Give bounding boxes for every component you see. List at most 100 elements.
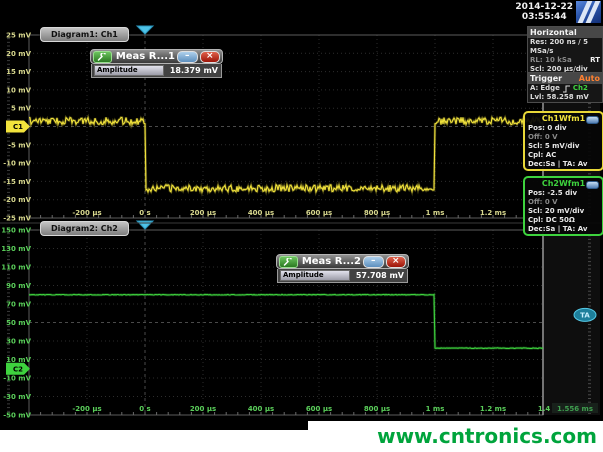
right-ruler-strip bbox=[544, 230, 600, 415]
y-axis-tick-label: 50 mV bbox=[6, 319, 31, 327]
y-axis-tick-label: -25 mV bbox=[3, 215, 31, 223]
resolution-row: Res: 200 ns / 5 MSa/s bbox=[528, 38, 602, 56]
ch2-scale-row: Scl: 20 mV/div bbox=[525, 207, 602, 216]
trigger-position-marker[interactable] bbox=[137, 221, 153, 229]
y-axis-tick-label: -15 mV bbox=[3, 178, 31, 186]
horizontal-panel-header: Horizontal bbox=[528, 27, 602, 38]
dialog-title: Meas R...1 bbox=[114, 51, 175, 62]
y-axis-tick-label: -10 mV bbox=[3, 375, 31, 383]
x-axis-tick-label: 600 µs bbox=[306, 209, 332, 217]
minimize-pill-icon[interactable] bbox=[586, 116, 599, 124]
y-axis-tick-label: -10 mV bbox=[3, 160, 31, 168]
measurement-dialog-2-titlebar[interactable]: Meas R...2 – × bbox=[276, 254, 409, 269]
ch1-decimation-row: Dec:Sa | TA: Av bbox=[525, 160, 602, 169]
record-length-value: RL: 10 kSa bbox=[530, 56, 572, 65]
wrench-settings-icon[interactable] bbox=[93, 51, 112, 63]
tab-diagram1-ch1[interactable]: Diagram1: Ch1 bbox=[40, 27, 129, 42]
x-axis-tick-label: 1 ms bbox=[426, 209, 445, 217]
close-button[interactable]: × bbox=[200, 51, 221, 63]
ch1-box-title: Ch1Wfm1 bbox=[525, 113, 602, 124]
top-status-bar: 2014-12-22 03:55:44 bbox=[0, 0, 603, 24]
y-axis-tick-label: 5 mV bbox=[11, 105, 32, 113]
x-axis-tick-label: 1.2 ms bbox=[480, 405, 506, 413]
x-axis-tick-label: 1.2 ms bbox=[480, 209, 506, 217]
ch1-offset-row: Off: 0 V bbox=[525, 133, 602, 142]
y-axis-tick-label: 25 mV bbox=[6, 32, 31, 40]
oscilloscope-screen: 25 mV 20 mV 15 mV 10 mV 5 mV -5 mV -10 mV -15 m… bbox=[0, 0, 603, 452]
ch2-pos-row: Pos: -2.5 div bbox=[525, 189, 602, 198]
y-axis-tick-label: -5 mV bbox=[8, 141, 32, 149]
minimize-button[interactable]: – bbox=[177, 51, 198, 63]
close-button[interactable]: × bbox=[386, 256, 407, 268]
minimize-button[interactable]: – bbox=[363, 256, 384, 268]
x-axis-tick-label: 1 ms bbox=[426, 405, 445, 413]
time-label: 03:55:44 bbox=[515, 12, 573, 22]
ch2-offset-row: Off: 0 V bbox=[525, 198, 602, 207]
ch1-waveform bbox=[29, 117, 543, 191]
measurement-dialog-1-titlebar[interactable]: Meas R...1 – × bbox=[90, 49, 223, 64]
tab-diagram2-ch2[interactable]: Diagram2: Ch2 bbox=[40, 221, 129, 236]
x-axis-tick-label: 600 µs bbox=[306, 405, 332, 413]
y-axis-tick-label: 90 mV bbox=[6, 282, 31, 290]
dialog-title: Meas R...2 bbox=[300, 256, 361, 267]
y-axis-tick-label: -20 mV bbox=[3, 196, 31, 204]
measurement-value: 57.708 mV bbox=[350, 271, 405, 280]
ch1-scale-row: Scl: 5 mV/div bbox=[525, 142, 602, 151]
trigger-panel-header: Trigger Auto bbox=[528, 73, 602, 84]
date-time-display: 2014-12-22 03:55:44 bbox=[515, 2, 573, 22]
trigger-mode-badge: Auto bbox=[579, 74, 600, 83]
trigger-source-row: A: Edge Ch2 bbox=[528, 84, 602, 93]
ch2-box-title: Ch2Wfm1 bbox=[525, 178, 602, 189]
channel-marker-label: C1 bbox=[13, 123, 23, 131]
x-axis-tick-label: -200 µs bbox=[72, 209, 101, 217]
measurement-dialog-1: Meas R...1 – × Amplitude 18.379 mV bbox=[90, 49, 223, 78]
y-axis-tick-label: 15 mV bbox=[6, 68, 31, 76]
x-axis-tick-label: 200 µs bbox=[190, 209, 216, 217]
y-axis-tick-label: 70 mV bbox=[6, 301, 31, 309]
acquisition-end-time-label: 1.556 ms bbox=[557, 405, 593, 413]
measurement-dialog-2-body: Amplitude 57.708 mV bbox=[277, 269, 408, 283]
realtime-badge: RT bbox=[590, 56, 600, 65]
y-axis-tick-label: 20 mV bbox=[6, 50, 31, 58]
ch1-pos-row: Pos: 0 div bbox=[525, 124, 602, 133]
ch1-waveform-settings-box[interactable]: Ch1Wfm1 Pos: 0 div Off: 0 V Scl: 5 mV/di… bbox=[523, 111, 603, 171]
ch2-decimation-row: Dec:Sa | TA: Av bbox=[525, 225, 602, 234]
measurement-type-field[interactable]: Amplitude bbox=[94, 65, 164, 76]
measurement-type-field[interactable]: Amplitude bbox=[280, 270, 350, 281]
rohde-schwarz-logo bbox=[576, 1, 601, 23]
trigger-source-label: Ch2 bbox=[573, 84, 588, 93]
y-axis-tick-label: -50 mV bbox=[3, 412, 31, 420]
channel-marker-label: C2 bbox=[13, 365, 23, 373]
measurement-value: 18.379 mV bbox=[164, 66, 219, 75]
watermark-url: www.cntronics.com bbox=[377, 424, 597, 448]
minimize-pill-icon[interactable] bbox=[586, 181, 599, 189]
edge-slope-icon bbox=[562, 85, 571, 93]
y-axis-tick-label: 130 mV bbox=[1, 245, 31, 253]
x-axis-tick-label: 800 µs bbox=[364, 209, 390, 217]
y-axis-tick-label: 10 mV bbox=[6, 86, 31, 94]
ch2-waveform bbox=[29, 294, 543, 348]
record-length-row: RL: 10 kSa RT bbox=[528, 56, 602, 65]
x-axis-tick-label: 0 s bbox=[139, 209, 150, 217]
x-axis-tick-label: 200 µs bbox=[190, 405, 216, 413]
ch2-waveform-settings-box[interactable]: Ch2Wfm1 Pos: -2.5 div Off: 0 V Scl: 20 m… bbox=[523, 176, 603, 236]
trigger-position-marker[interactable] bbox=[137, 26, 153, 34]
trigger-title: Trigger bbox=[530, 74, 562, 83]
y-axis-tick-label: 150 mV bbox=[1, 227, 31, 235]
x-axis-tick-label: -200 µs bbox=[72, 405, 101, 413]
wrench-settings-icon[interactable] bbox=[279, 256, 298, 268]
trigger-level-marker-label: TA bbox=[580, 311, 590, 319]
x-axis-tick-label: 400 µs bbox=[248, 209, 274, 217]
y-axis-tick-label: 110 mV bbox=[1, 264, 31, 272]
trigger-settings-panel[interactable]: Trigger Auto A: Edge Ch2 Lvl: 58.258 mV bbox=[527, 72, 603, 103]
ch2-coupling-row: Cpl: DC 50Ω bbox=[525, 216, 602, 225]
measurement-dialog-1-body: Amplitude 18.379 mV bbox=[91, 64, 222, 78]
x-axis-tick-label: 800 µs bbox=[364, 405, 390, 413]
y-axis-tick-label: -30 mV bbox=[3, 393, 31, 401]
x-axis-tick-label: 0 s bbox=[139, 405, 150, 413]
ch1-coupling-row: Cpl: AC bbox=[525, 151, 602, 160]
measurement-dialog-2: Meas R...2 – × Amplitude 57.708 mV bbox=[276, 254, 409, 283]
horizontal-title: Horizontal bbox=[530, 28, 577, 37]
trigger-level-row: Lvl: 58.258 mV bbox=[528, 93, 602, 102]
date-label: 2014-12-22 bbox=[515, 2, 573, 12]
